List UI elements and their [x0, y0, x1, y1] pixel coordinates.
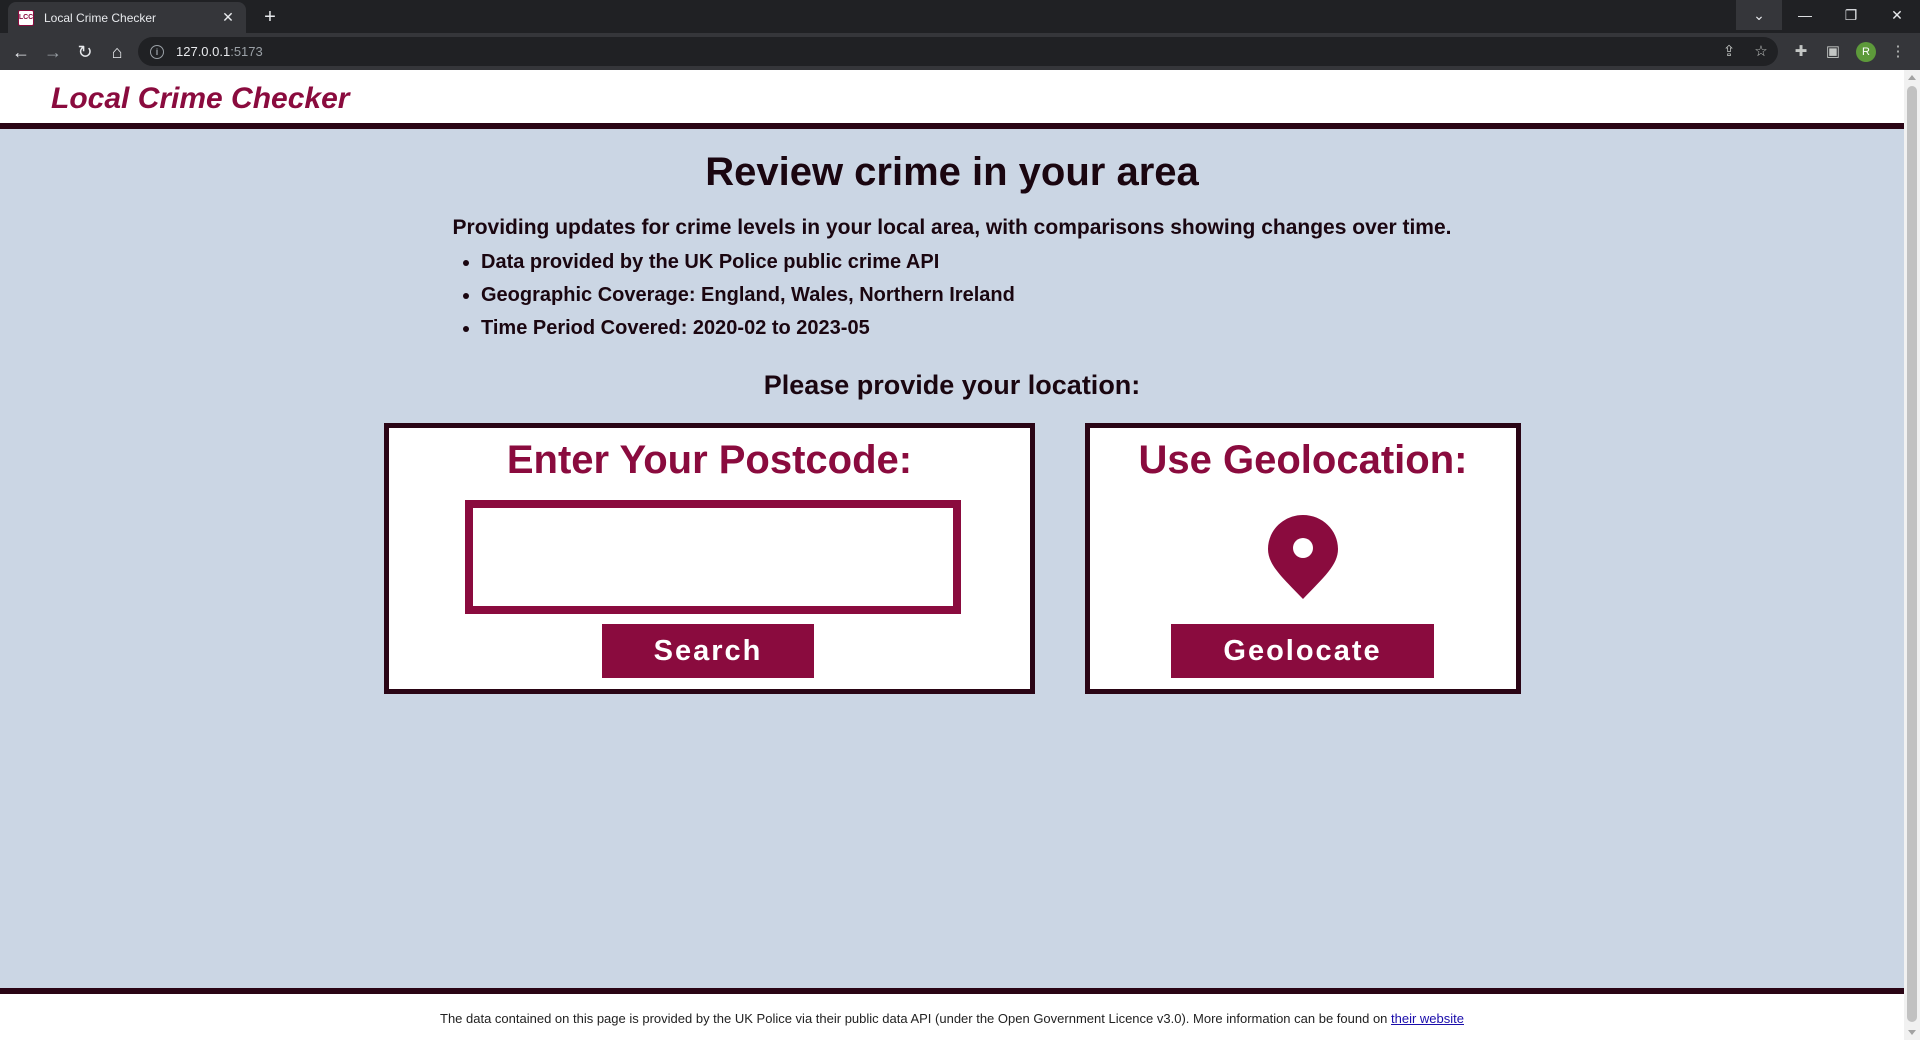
forward-arrow-icon[interactable]: → [40, 39, 66, 65]
search-button[interactable]: Search [602, 624, 814, 678]
favicon-icon: LCC [18, 9, 34, 26]
info-list: Data provided by the UK Police public cr… [463, 248, 1015, 347]
geolocate-button[interactable]: Geolocate [1171, 624, 1434, 678]
tab-close-icon[interactable]: ✕ [220, 9, 236, 26]
window-close-icon[interactable]: ✕ [1874, 0, 1920, 30]
postcode-card: Enter Your Postcode: Search [384, 423, 1035, 694]
geolocation-card: Use Geolocation: Geolocate [1085, 423, 1521, 694]
list-item: Geographic Coverage: England, Wales, Nor… [463, 281, 1015, 314]
home-icon[interactable]: ⌂ [104, 39, 130, 65]
browser-toolbar: ← → ↻ ⌂ i 127.0.0.1:5173 ⇪ ☆ ✚ ▣ R ⋮ [0, 33, 1920, 70]
extensions-icon[interactable]: ✚ [1790, 41, 1812, 63]
footer-link[interactable]: their website [1391, 1011, 1464, 1026]
site-footer: The data contained on this page is provi… [0, 994, 1904, 1040]
location-pin-icon[interactable] [1268, 515, 1338, 601]
minimize-icon[interactable]: — [1782, 0, 1828, 30]
url-text: 127.0.0.1:5173 [176, 44, 263, 59]
page-viewport: Local Crime Checker Review crime in your… [0, 70, 1904, 1040]
site-title[interactable]: Local Crime Checker [51, 82, 349, 116]
tab-title: Local Crime Checker [44, 10, 157, 25]
address-bar[interactable]: i 127.0.0.1:5173 [138, 37, 1778, 66]
page-title: Review crime in your area [705, 150, 1199, 194]
list-item: Data provided by the UK Police public cr… [463, 248, 1015, 281]
restore-icon[interactable]: ❐ [1828, 0, 1874, 30]
info-icon[interactable]: i [150, 44, 164, 59]
list-item: Time Period Covered: 2020-02 to 2023-05 [463, 314, 1015, 347]
scrollbar[interactable] [1904, 70, 1920, 1040]
intro-text: Providing updates for crime levels in yo… [452, 216, 1452, 239]
postcode-input[interactable] [465, 500, 961, 614]
site-header: Local Crime Checker [0, 70, 1904, 129]
reload-icon[interactable]: ↻ [72, 39, 98, 65]
scroll-down-icon[interactable] [1908, 1030, 1916, 1035]
share-icon[interactable]: ⇪ [1718, 41, 1740, 63]
postcode-card-title: Enter Your Postcode: [506, 438, 913, 482]
side-panel-icon[interactable]: ▣ [1822, 41, 1844, 63]
footer-text: The data contained on this page is provi… [440, 1011, 1464, 1026]
avatar[interactable]: R [1856, 42, 1876, 62]
browser-tab-bar: LCC Local Crime Checker ✕ + ⌄ — ❐ ✕ [0, 0, 1920, 33]
scroll-up-icon[interactable] [1908, 75, 1916, 80]
location-prompt: Please provide your location: [763, 370, 1141, 400]
back-arrow-icon[interactable]: ← [8, 39, 34, 65]
menu-icon[interactable]: ⋮ [1887, 41, 1909, 63]
geolocation-card-title: Use Geolocation: [1138, 438, 1468, 482]
star-icon[interactable]: ☆ [1750, 41, 1772, 63]
browser-tab[interactable]: LCC Local Crime Checker ✕ [8, 2, 246, 33]
scrollbar-thumb[interactable] [1907, 86, 1917, 1022]
new-tab-icon[interactable]: + [258, 5, 282, 29]
tab-search-icon[interactable]: ⌄ [1736, 0, 1782, 30]
